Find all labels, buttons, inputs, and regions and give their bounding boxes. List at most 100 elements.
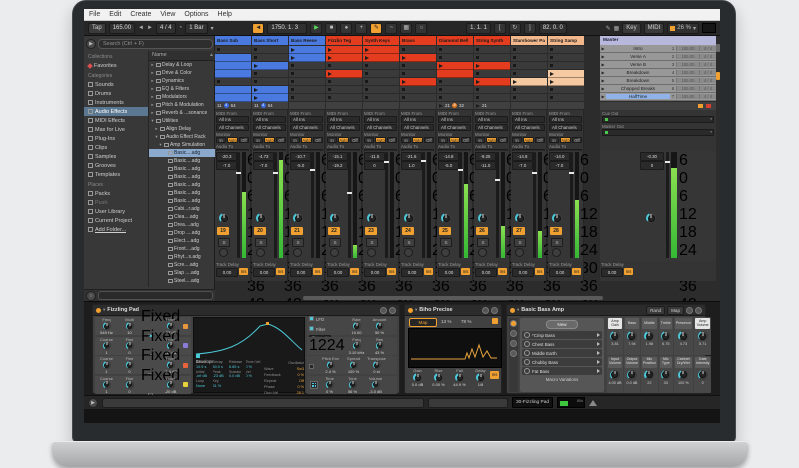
- osc-param2-value[interactable]: 0: [118, 350, 141, 355]
- clip-stop-slot[interactable]: [252, 46, 288, 54]
- clip[interactable]: [437, 70, 473, 78]
- clip-stop-slot[interactable]: [511, 62, 547, 70]
- sidebar-item-favorites[interactable]: Favorites: [84, 61, 148, 70]
- scene-signature[interactable]: 4 / 4: [699, 94, 716, 99]
- clip-stop-slot[interactable]: [548, 54, 584, 62]
- pitch-env-value[interactable]: 2.4 %: [319, 369, 342, 374]
- sidebar-item-instruments[interactable]: Instruments: [84, 98, 148, 107]
- track-activator-number[interactable]: 27: [513, 227, 525, 235]
- monitor-off-button[interactable]: Off: [239, 137, 249, 143]
- browser-file-item[interactable]: Elect....adg: [149, 237, 216, 245]
- monitor-off-button[interactable]: Off: [535, 137, 545, 143]
- macro-value[interactable]: 33: [659, 381, 673, 385]
- clip-stop-slot[interactable]: [326, 62, 362, 70]
- clip-stop-slot[interactable]: [400, 62, 436, 70]
- macro-label[interactable]: Input Volume: [608, 357, 622, 368]
- input-type-select[interactable]: All Ins: [401, 116, 434, 123]
- folder-open-icon[interactable]: ▾: [158, 142, 163, 148]
- fader-thumb[interactable]: [236, 172, 241, 174]
- browser-file-item[interactable]: Drea....adg: [149, 221, 216, 229]
- transpose-knob[interactable]: [373, 361, 381, 369]
- pan-knob[interactable]: [330, 213, 340, 223]
- browser-file-item[interactable]: Slap ....adg: [149, 269, 216, 277]
- input-type-select[interactable]: All Ins: [549, 116, 582, 123]
- clip-stop-slot[interactable]: [215, 46, 251, 54]
- fader-thumb[interactable]: [310, 169, 315, 171]
- clip[interactable]: [326, 46, 362, 54]
- track-header[interactable]: String Samp: [548, 36, 584, 45]
- browser-file-item[interactable]: Steel....adg: [149, 277, 216, 285]
- filter-slope-toggle[interactable]: 1224: [309, 337, 345, 355]
- folder-closed-icon[interactable]: ▸: [154, 126, 159, 132]
- input-channel-select[interactable]: All Channels: [327, 124, 360, 131]
- monitor-off-button[interactable]: Off: [387, 137, 397, 143]
- arm-button[interactable]: [256, 248, 265, 257]
- scene-signature[interactable]: 4 / 4: [699, 70, 716, 75]
- clip-stop-slot[interactable]: [289, 86, 325, 94]
- volume-fader[interactable]: [385, 152, 388, 258]
- status-play-icon[interactable]: ▶: [88, 398, 98, 408]
- browser-file-item[interactable]: Basic....adg: [149, 197, 216, 205]
- browser-folder-item[interactable]: ▸Align Delay: [149, 125, 216, 133]
- input-type-select[interactable]: All Ins: [512, 116, 545, 123]
- track-activator-number[interactable]: 25: [439, 227, 451, 235]
- track-header[interactable]: String Synth: [474, 36, 510, 45]
- browser-folder-item[interactable]: ▸Dynamics: [149, 77, 216, 85]
- osc-param2-knob[interactable]: [126, 381, 134, 389]
- clip-stop-slot[interactable]: [548, 94, 584, 102]
- sidebar-item-templates[interactable]: Templates: [84, 170, 148, 179]
- track-activator-number[interactable]: 24: [402, 227, 414, 235]
- folder-closed-icon[interactable]: ▸: [150, 110, 155, 116]
- osc-param2-value[interactable]: 10: [118, 330, 141, 335]
- clip-stop-slot[interactable]: [326, 78, 362, 86]
- arm-button[interactable]: [441, 248, 450, 257]
- track-header[interactable]: Bass Reese: [289, 36, 325, 45]
- fader-thumb[interactable]: [273, 172, 278, 174]
- solo-button[interactable]: S: [255, 238, 267, 247]
- arm-button[interactable]: [330, 248, 339, 257]
- stop-all-red-icon[interactable]: [706, 104, 711, 108]
- sidebar-item-grooves[interactable]: Grooves: [84, 161, 148, 170]
- folder-closed-icon[interactable]: ▸: [150, 78, 155, 84]
- clip-stop-slot[interactable]: [548, 86, 584, 94]
- sidebar-item-audio-effects[interactable]: Audio Effects: [84, 107, 148, 116]
- clip-stop-slot[interactable]: [511, 94, 547, 102]
- clip[interactable]: [252, 86, 288, 94]
- osc-param1-knob[interactable]: [103, 361, 111, 369]
- track-delay-value[interactable]: 0.00: [253, 268, 275, 277]
- scene-name[interactable]: Breakdown: [606, 78, 670, 83]
- loop-length[interactable]: 82. 0. 0: [539, 23, 567, 34]
- clip-stop-slot[interactable]: [511, 46, 547, 54]
- device-activator-icon[interactable]: [408, 308, 413, 313]
- input-type-select[interactable]: All Ins: [327, 116, 360, 123]
- input-channel-select[interactable]: All Channels: [438, 124, 471, 131]
- browser-file-item[interactable]: Basic....adg: [149, 157, 216, 165]
- volume-display[interactable]: 1.0: [401, 161, 422, 170]
- save-preset-icon[interactable]: [491, 307, 498, 314]
- macro-knob[interactable]: [661, 331, 671, 341]
- knob-value[interactable]: 1/8: [470, 382, 491, 387]
- clip-stop-slot[interactable]: [511, 70, 547, 78]
- clip[interactable]: [437, 62, 473, 70]
- browser-file-item[interactable]: Cabi...r.adg: [149, 205, 216, 213]
- macro-value[interactable]: 0.0 dB: [624, 381, 640, 385]
- scene-row[interactable]: ▶Breakdown5165.004 / 4: [600, 77, 716, 85]
- back-to-arrangement-button[interactable]: ◄: [252, 23, 264, 34]
- menu-item-edit[interactable]: Edit: [109, 11, 121, 18]
- sidebar-item-add-folder-[interactable]: Add Folder...: [84, 225, 148, 234]
- peak-level-display[interactable]: -21.6: [401, 152, 422, 161]
- master-pan-knob[interactable]: [646, 213, 656, 223]
- oscillator-color-chip[interactable]: [183, 363, 188, 368]
- track-delay-value[interactable]: 0.00: [364, 268, 386, 277]
- volume-fader[interactable]: [496, 152, 499, 258]
- follower-target-chip[interactable]: [492, 318, 498, 324]
- monitor-in-button[interactable]: In: [327, 137, 337, 143]
- input-type-select[interactable]: All Ins: [364, 116, 397, 123]
- browser-file-item[interactable]: Basic....adg: [149, 189, 216, 197]
- monitor-in-button[interactable]: In: [475, 137, 485, 143]
- clip-stop-slot[interactable]: [326, 86, 362, 94]
- cue-out-select[interactable]: 1/2▾: [602, 116, 714, 123]
- clip[interactable]: [289, 46, 325, 54]
- osc-level-value[interactable]: -20 dB: [159, 389, 182, 394]
- folder-closed-icon[interactable]: ▸: [150, 86, 155, 92]
